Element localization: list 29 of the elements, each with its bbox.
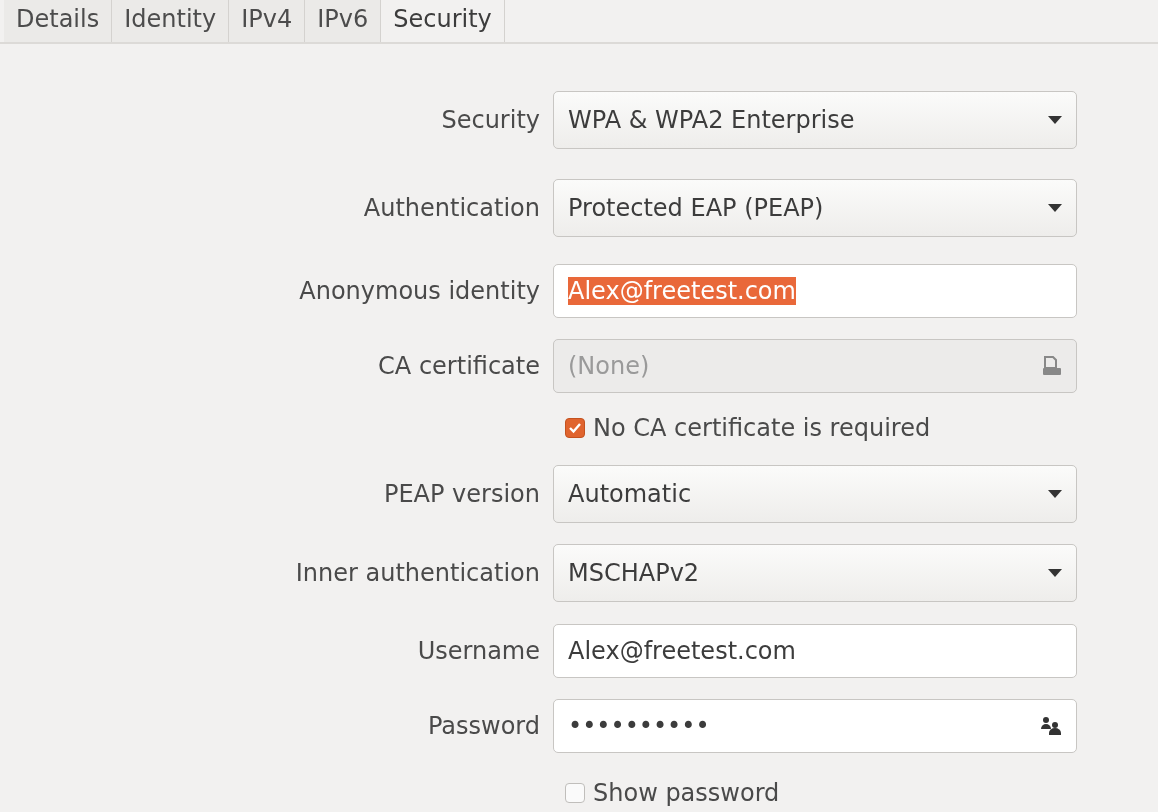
document-icon xyxy=(1042,355,1062,377)
field-label: Security xyxy=(441,106,540,134)
dropdown[interactable]: WPA & WPA2 Enterprise xyxy=(553,91,1077,149)
dropdown[interactable]: MSCHAPv2 xyxy=(553,543,1077,602)
tab[interactable]: Details xyxy=(4,0,113,42)
checkbox-label: Show password xyxy=(593,779,780,807)
field-label: Inner authentication xyxy=(295,558,540,587)
checkbox[interactable] xyxy=(565,783,585,803)
tab[interactable]: IPv6 xyxy=(305,0,382,42)
caret-icon xyxy=(1048,568,1062,577)
password-field[interactable]: •••••••••• xyxy=(553,699,1077,753)
checkbox-label: No CA certificate is required xyxy=(593,414,931,442)
field-label: Authentication xyxy=(363,194,540,222)
dropdown[interactable]: Protected EAP (PEAP) xyxy=(553,179,1077,237)
caret-icon xyxy=(1048,204,1062,212)
input-field[interactable]: Alex@freetest.com xyxy=(553,624,1077,678)
tab[interactable]: Identity xyxy=(112,0,230,42)
caret-icon xyxy=(1048,489,1062,498)
checkbox[interactable] xyxy=(565,418,585,438)
tab[interactable]: IPv4 xyxy=(229,0,306,42)
dropdown[interactable]: Automatic xyxy=(553,464,1077,523)
field-label: CA certificate xyxy=(378,352,540,380)
field-label: Password xyxy=(427,712,540,740)
users-icon xyxy=(1040,716,1062,736)
check-icon xyxy=(568,422,582,434)
field-label: Username xyxy=(417,637,540,665)
caret-icon xyxy=(1048,116,1062,124)
field-label: PEAP version xyxy=(383,479,540,508)
field-label: Anonymous identity xyxy=(299,277,540,305)
